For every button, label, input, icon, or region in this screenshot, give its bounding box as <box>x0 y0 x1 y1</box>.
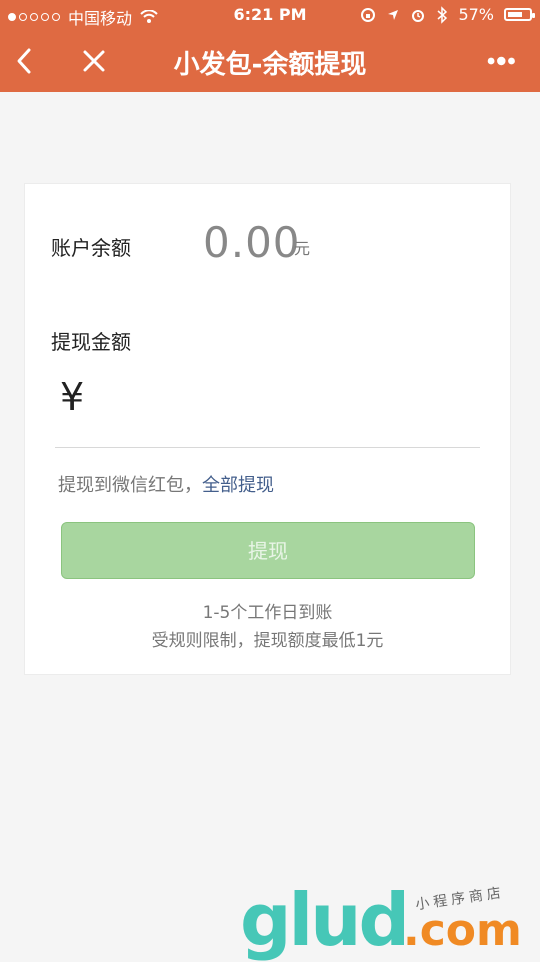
watermark-domain: .com <box>403 905 522 956</box>
watermark: glud .com 小程序商店 <box>240 878 530 962</box>
battery-percent: 57% <box>458 5 494 24</box>
amount-input[interactable] <box>110 379 474 421</box>
status-bar: 中国移动 6:21 PM 57% <box>0 0 540 30</box>
balance-label: 账户余额 <box>51 236 131 260</box>
more-icon <box>487 56 515 66</box>
bluetooth-icon <box>437 5 448 24</box>
withdraw-button[interactable]: 提现 <box>61 522 475 579</box>
rotation-lock-icon <box>361 7 376 22</box>
withdraw-hint: 提现到微信红包，全部提现 <box>58 471 274 497</box>
balance-unit: 元 <box>294 239 311 258</box>
alarm-icon <box>412 9 425 22</box>
location-icon <box>388 9 399 20</box>
withdraw-hint-text: 提现到微信红包， <box>58 475 202 496</box>
arrival-note: 1-5个工作日到账 <box>202 603 333 623</box>
amount-input-row: ¥ <box>55 369 480 448</box>
minimum-note: 受规则限制，提现额度最低1元 <box>151 631 384 651</box>
withdraw-all-link[interactable]: 全部提现 <box>202 475 274 496</box>
withdraw-amount-label: 提现金额 <box>51 330 131 354</box>
page-title: 小发包-余额提现 <box>173 50 367 80</box>
watermark-logo: glud <box>240 878 410 962</box>
more-button[interactable] <box>486 44 526 78</box>
balance-value: 0.00 <box>203 218 301 267</box>
app-header: 中国移动 6:21 PM 57% 小发包-余额提现 <box>0 0 540 92</box>
battery-icon <box>504 8 535 21</box>
withdraw-card: 账户余额 0.00 元 提现金额 ¥ 提现到微信红包，全部提现 提现 1-5个工… <box>24 183 511 675</box>
status-right: 57% <box>360 5 535 24</box>
navigation-bar: 小发包-余额提现 <box>0 30 540 92</box>
currency-symbol: ¥ <box>60 375 85 419</box>
